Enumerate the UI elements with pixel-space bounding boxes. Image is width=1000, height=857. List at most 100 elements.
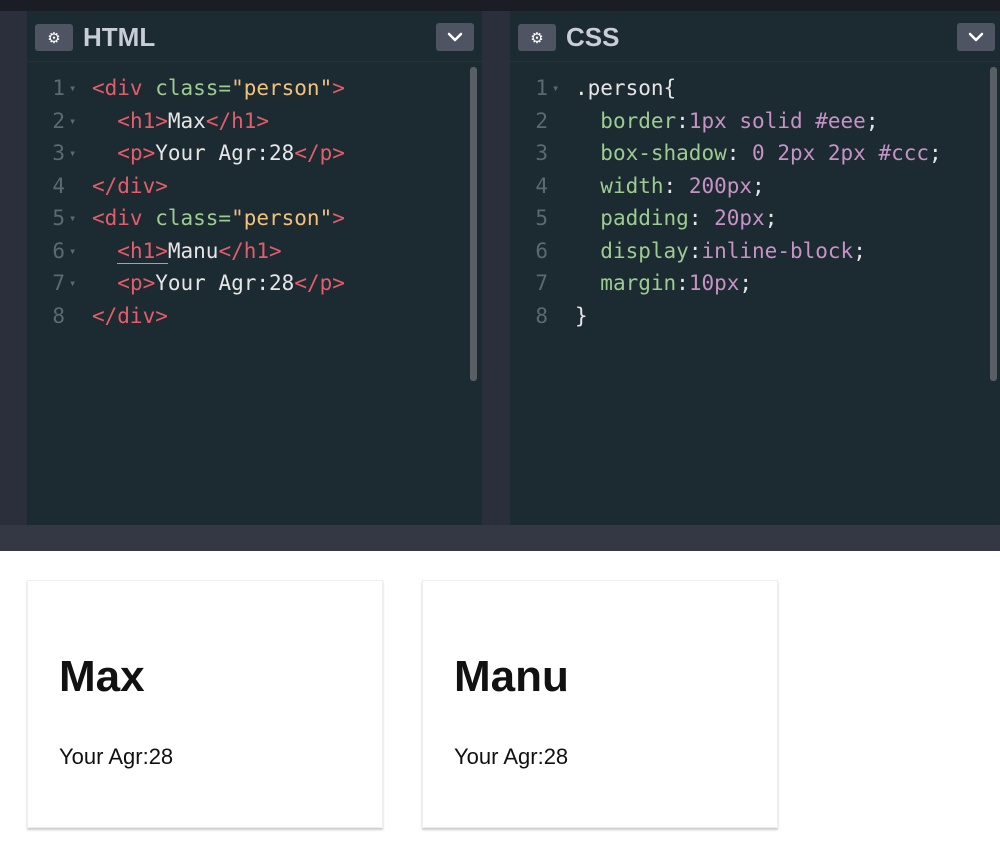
- code-token: </p>: [294, 271, 345, 295]
- line-number: 4: [535, 173, 548, 198]
- code-token: 0 2px 2px #ccc: [752, 141, 930, 165]
- code-token: Max: [167, 108, 206, 133]
- code-token: box-shadow: [600, 141, 727, 165]
- code-token: <p>: [117, 141, 156, 165]
- line-number: 8: [535, 303, 548, 328]
- code-token: 20px: [714, 206, 765, 230]
- code-line: 2 border:1px solid #eee;: [510, 105, 1000, 138]
- top-bar: [0, 0, 1000, 11]
- code-line: 1 ▾ <div class="person">: [27, 72, 482, 105]
- fold-arrow-icon[interactable]: ▾: [69, 105, 76, 138]
- line-number: 6: [52, 238, 65, 263]
- resize-divider[interactable]: [0, 525, 1000, 551]
- code-token: :: [663, 173, 689, 198]
- code-token: ;: [739, 271, 753, 295]
- html-pane-title: HTML: [83, 22, 156, 52]
- code-text: </div>: [92, 170, 168, 203]
- code-token: </p>: [294, 141, 345, 165]
- fold-arrow-icon[interactable]: ▾: [69, 72, 76, 105]
- code-token: >: [332, 76, 345, 100]
- html-settings-button[interactable]: ⚙: [35, 24, 73, 51]
- code-line: 4 </div>: [27, 170, 482, 203]
- code-text: padding: 20px;: [575, 202, 777, 235]
- line-number: 1: [535, 76, 548, 100]
- line-number: 4: [52, 173, 65, 198]
- code-token: <h1>: [117, 108, 168, 133]
- html-editor-pane: ⚙ HTML 1 ▾ <div class="person"> 2 ▾ <h1>Max<…: [27, 11, 482, 525]
- code-line: 5 ▾ <div class="person">: [27, 202, 482, 235]
- code-token: .person{: [575, 76, 677, 100]
- css-pane-title: CSS: [566, 22, 620, 52]
- code-token: <div: [92, 76, 156, 100]
- gear-icon: ⚙: [47, 28, 61, 47]
- fold-arrow-icon[interactable]: ▾: [69, 202, 76, 235]
- html-pane-header: ⚙ HTML: [27, 11, 482, 62]
- code-line: 4 width: 200px;: [510, 170, 1000, 203]
- code-line: 1 ▾ .person{: [510, 72, 1000, 105]
- code-token: width: [600, 173, 664, 198]
- code-token: "person": [231, 206, 333, 230]
- css-settings-button[interactable]: ⚙: [518, 24, 556, 51]
- code-token: :: [676, 271, 689, 295]
- code-token: 1px solid #eee: [688, 108, 866, 133]
- code-token: border: [600, 108, 677, 133]
- code-token: }: [575, 303, 588, 328]
- code-line: 7 ▾ <p>Your Agr:28</p>: [27, 267, 482, 300]
- code-text: <div class="person">: [92, 72, 345, 105]
- css-editor-scrollbar[interactable]: [990, 67, 997, 381]
- code-text: width: 200px;: [575, 170, 764, 203]
- code-token: :: [726, 141, 753, 165]
- code-line: 3 ▾ <p>Your Agr:28</p>: [27, 137, 482, 170]
- person-name: Manu: [454, 652, 569, 701]
- code-text: <p>Your Agr:28</p>: [92, 267, 345, 300]
- code-line: 6 display:inline-block;: [510, 235, 1000, 268]
- fold-arrow-icon[interactable]: ▾: [69, 235, 76, 268]
- code-token: :: [688, 206, 715, 230]
- css-collapse-button[interactable]: [957, 23, 995, 51]
- code-token: padding: [600, 206, 689, 230]
- code-line: 5 padding: 20px;: [510, 202, 1000, 235]
- code-token: <h1>: [117, 238, 168, 264]
- fold-arrow-icon[interactable]: ▾: [69, 137, 76, 170]
- html-editor-scrollbar[interactable]: [470, 67, 477, 381]
- code-token: ;: [865, 108, 879, 133]
- code-token: </div>: [92, 173, 168, 198]
- code-text: <p>Your Agr:28</p>: [92, 137, 345, 170]
- code-token: :: [688, 238, 702, 263]
- html-code-editor[interactable]: 1 ▾ <div class="person"> 2 ▾ <h1>Max</h1> 3 ▾ …: [27, 72, 482, 332]
- code-token: ;: [764, 206, 778, 230]
- code-line: 8 </div>: [27, 300, 482, 333]
- line-number: 5: [535, 206, 548, 230]
- code-token: </h1>: [205, 108, 270, 133]
- code-text: </div>: [92, 300, 168, 333]
- code-text: .person{: [575, 72, 676, 105]
- code-token: <p>: [117, 271, 156, 295]
- code-line: 6 ▾ <h1>Manu</h1>: [27, 235, 482, 268]
- result-preview: Max Your Agr:28 Manu Your Agr:28: [0, 551, 1000, 857]
- line-number: 7: [52, 271, 65, 295]
- html-collapse-button[interactable]: [436, 23, 474, 51]
- code-token: 200px: [688, 173, 753, 198]
- code-token: Your Agr:28: [155, 141, 295, 165]
- chevron-down-icon: [447, 32, 463, 42]
- code-token: </div>: [92, 303, 168, 328]
- css-code-editor[interactable]: 1 ▾ .person{ 2 border:1px solid #eee; 3 box-…: [510, 72, 1000, 332]
- code-text: margin:10px;: [575, 267, 752, 300]
- fold-arrow-icon[interactable]: ▾: [552, 72, 559, 105]
- person-card: Max Your Agr:28: [27, 580, 383, 828]
- person-age: Your Agr:28: [59, 744, 174, 769]
- code-token: "person": [231, 76, 333, 100]
- fold-arrow-icon[interactable]: ▾: [69, 267, 76, 300]
- code-line: 3 box-shadow: 0 2px 2px #ccc;: [510, 137, 1000, 170]
- code-token: display: [600, 238, 689, 263]
- line-number: 5: [52, 206, 65, 230]
- line-number: 2: [52, 108, 65, 133]
